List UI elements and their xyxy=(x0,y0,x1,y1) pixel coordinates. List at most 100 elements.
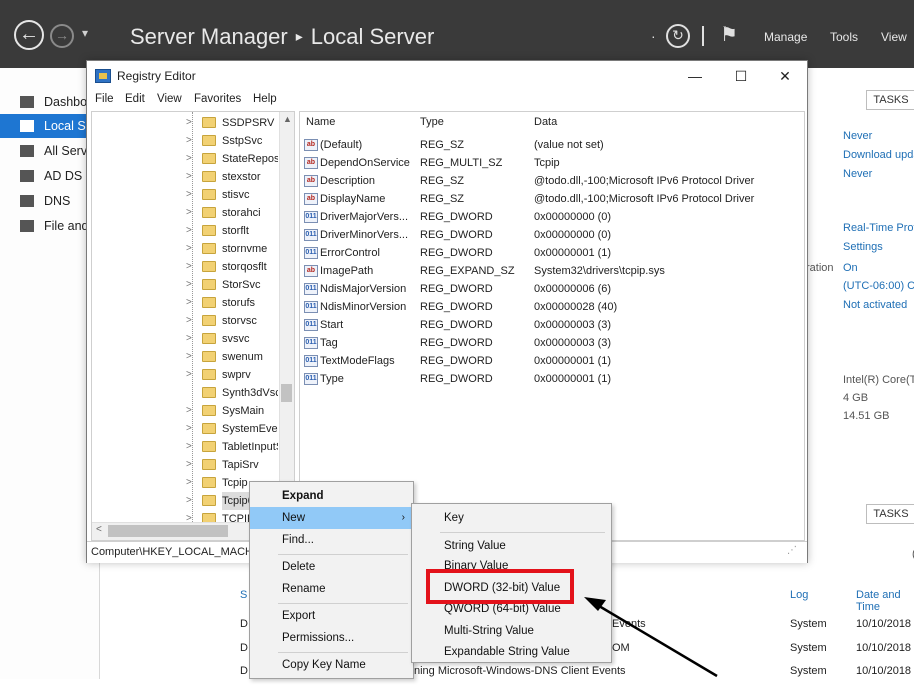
tree-item[interactable]: > StorSvc xyxy=(92,276,292,294)
expand-arrow-icon[interactable]: > xyxy=(186,330,192,348)
menu-edit[interactable]: Edit xyxy=(125,93,145,105)
maximize-button[interactable]: ☐ xyxy=(721,65,761,87)
expand-arrow-icon[interactable]: > xyxy=(186,438,192,456)
column-header-type[interactable]: Type xyxy=(420,116,444,128)
expand-arrow-icon[interactable]: > xyxy=(186,114,192,132)
tree-item[interactable]: > stisvc xyxy=(92,186,292,204)
sidebar-item-dns[interactable]: DNS xyxy=(0,189,100,213)
menu-help[interactable]: Help xyxy=(253,93,277,105)
property-download-updates[interactable]: Download updates xyxy=(843,149,914,161)
menu-tools[interactable]: Tools xyxy=(830,30,858,44)
context-menu-rename[interactable]: Rename xyxy=(250,578,413,600)
tree-horizontal-scroll-thumb[interactable] xyxy=(108,525,228,537)
events-col-log[interactable]: Log xyxy=(790,589,808,601)
table-row[interactable]: 011 DriverMajorVers... REG_DWORD 0x00000000… xyxy=(300,208,800,226)
expand-arrow-icon[interactable]: > xyxy=(186,222,192,240)
submenu-expandable-string-value[interactable]: Expandable String Value xyxy=(412,641,611,663)
expand-arrow-icon[interactable]: > xyxy=(186,204,192,222)
expand-arrow-icon[interactable]: > xyxy=(186,474,192,492)
tree-item[interactable]: > stexstor xyxy=(92,168,292,186)
sidebar-item-dashboard[interactable]: Dashboard xyxy=(0,90,100,114)
values-list-pane[interactable]: Name Type Data ab (Default) REG_SZ (value n… xyxy=(299,111,805,541)
tree-item[interactable]: Synth3dVsc xyxy=(92,384,292,402)
sidebar-item-all-servers[interactable]: All Servers xyxy=(0,139,100,163)
submenu-string-value[interactable]: String Value xyxy=(412,535,611,557)
tree-item[interactable]: > storvsc xyxy=(92,312,292,330)
expand-arrow-icon[interactable]: > xyxy=(186,456,192,474)
tree-item[interactable]: > StateRepository xyxy=(92,150,292,168)
events-col-severity[interactable]: S xyxy=(240,589,247,601)
column-header-name[interactable]: Name xyxy=(306,116,335,128)
property-realtime[interactable]: Real-Time Protection xyxy=(843,222,914,234)
expand-arrow-icon[interactable]: > xyxy=(186,276,192,294)
table-row[interactable]: 011 DriverMinorVers... REG_DWORD 0x00000000… xyxy=(300,226,800,244)
menu-view[interactable]: View xyxy=(881,30,907,44)
menu-view[interactable]: View xyxy=(157,93,182,105)
tasks-button-2[interactable]: TASKS xyxy=(866,504,914,524)
menu-manage[interactable]: Manage xyxy=(764,30,807,44)
table-row[interactable]: ab DependOnService REG_MULTI_SZ Tcpip xyxy=(300,154,800,172)
tree-item[interactable]: > SystemEventsBroker xyxy=(92,420,292,438)
tree-item[interactable]: > storahci xyxy=(92,204,292,222)
tree-item[interactable]: > stornvme xyxy=(92,240,292,258)
submenu-multi-string-value[interactable]: Multi-String Value xyxy=(412,620,611,642)
forward-arrow-icon[interactable]: → xyxy=(50,24,74,48)
sidebar-item-local-server[interactable]: Local Server xyxy=(0,114,100,138)
tree-item[interactable]: > TapiSrv xyxy=(92,456,292,474)
notifications-flag-icon[interactable]: ⚑ xyxy=(720,22,738,47)
table-row[interactable]: 011 TextModeFlags REG_DWORD 0x00000001 (1) xyxy=(300,352,800,370)
tree-item[interactable]: > storflt xyxy=(92,222,292,240)
table-row[interactable]: ab Description REG_SZ @todo.dll,-100;Micros… xyxy=(300,172,800,190)
expand-arrow-icon[interactable]: > xyxy=(186,150,192,168)
expand-arrow-icon[interactable]: > xyxy=(186,366,192,384)
tree-item[interactable]: > swenum xyxy=(92,348,292,366)
history-dropdown-icon[interactable]: ▾ xyxy=(82,26,88,40)
context-menu-delete[interactable]: Delete xyxy=(250,556,413,578)
sidebar-item-file-storage[interactable]: File and Storage Services xyxy=(0,214,100,238)
tree-item[interactable]: > SstpSvc xyxy=(92,132,292,150)
tree-item[interactable]: > storqosflt xyxy=(92,258,292,276)
tree-vertical-scrollbar[interactable] xyxy=(279,112,294,522)
property-on[interactable]: On xyxy=(843,262,858,274)
resize-grip-icon[interactable]: ⋰ xyxy=(787,545,797,556)
tasks-button[interactable]: TASKS xyxy=(866,90,914,110)
expand-arrow-icon[interactable]: > xyxy=(186,402,192,420)
context-menu-copy-key-name[interactable]: Copy Key Name xyxy=(250,654,413,676)
property-never-2[interactable]: Never xyxy=(843,168,872,180)
expand-arrow-icon[interactable]: > xyxy=(186,492,192,510)
tree-scroll-thumb[interactable] xyxy=(281,384,292,402)
refresh-icon[interactable]: ↻ xyxy=(666,24,690,48)
table-row[interactable]: 011 NdisMinorVersion REG_DWORD 0x00000028 (… xyxy=(300,298,800,316)
events-col-date[interactable]: Date and Time xyxy=(856,589,914,613)
expand-arrow-icon[interactable]: > xyxy=(186,348,192,366)
menu-file[interactable]: File xyxy=(95,93,114,105)
table-row[interactable]: 011 NdisMajorVersion REG_DWORD 0x00000006 (… xyxy=(300,280,800,298)
expand-arrow-icon[interactable]: > xyxy=(186,240,192,258)
expand-arrow-icon[interactable]: > xyxy=(186,132,192,150)
expand-arrow-icon[interactable]: > xyxy=(186,168,192,186)
expand-arrow-icon[interactable]: > xyxy=(186,186,192,204)
context-menu-export[interactable]: Export xyxy=(250,605,413,627)
property-never[interactable]: Never xyxy=(843,130,872,142)
table-row[interactable]: ab (Default) REG_SZ (value not set) xyxy=(300,136,800,154)
close-button[interactable]: ✕ xyxy=(765,65,805,87)
tree-item[interactable]: > TabletInputService xyxy=(92,438,292,456)
table-row[interactable]: 011 Tag REG_DWORD 0x00000003 (3) xyxy=(300,334,800,352)
menu-favorites[interactable]: Favorites xyxy=(194,93,241,105)
property-not-activated[interactable]: Not activated xyxy=(843,299,907,311)
property-timezone[interactable]: (UTC-06:00) Central xyxy=(843,280,914,292)
expand-arrow-icon[interactable]: > xyxy=(186,258,192,276)
table-row[interactable]: 011 ErrorControl REG_DWORD 0x00000001 (1) xyxy=(300,244,800,262)
tree-item[interactable]: > svsvc xyxy=(92,330,292,348)
table-row[interactable]: 011 Type REG_DWORD 0x00000001 (1) xyxy=(300,370,800,388)
context-menu-find[interactable]: Find... xyxy=(250,529,413,551)
submenu-key[interactable]: Key xyxy=(412,507,611,529)
table-row[interactable]: ab ImagePath REG_EXPAND_SZ System32\drivers… xyxy=(300,262,800,280)
tree-item[interactable]: > storufs xyxy=(92,294,292,312)
context-menu-expand[interactable]: Expand xyxy=(250,485,413,507)
key-tree-pane[interactable]: > SSDPSRV > SstpSvc > StateRepository > stex… xyxy=(91,111,295,541)
property-settings[interactable]: Settings xyxy=(843,241,883,253)
tree-item[interactable]: > SysMain xyxy=(92,402,292,420)
expand-arrow-icon[interactable]: > xyxy=(186,420,192,438)
context-menu-new[interactable]: New › xyxy=(250,507,413,529)
